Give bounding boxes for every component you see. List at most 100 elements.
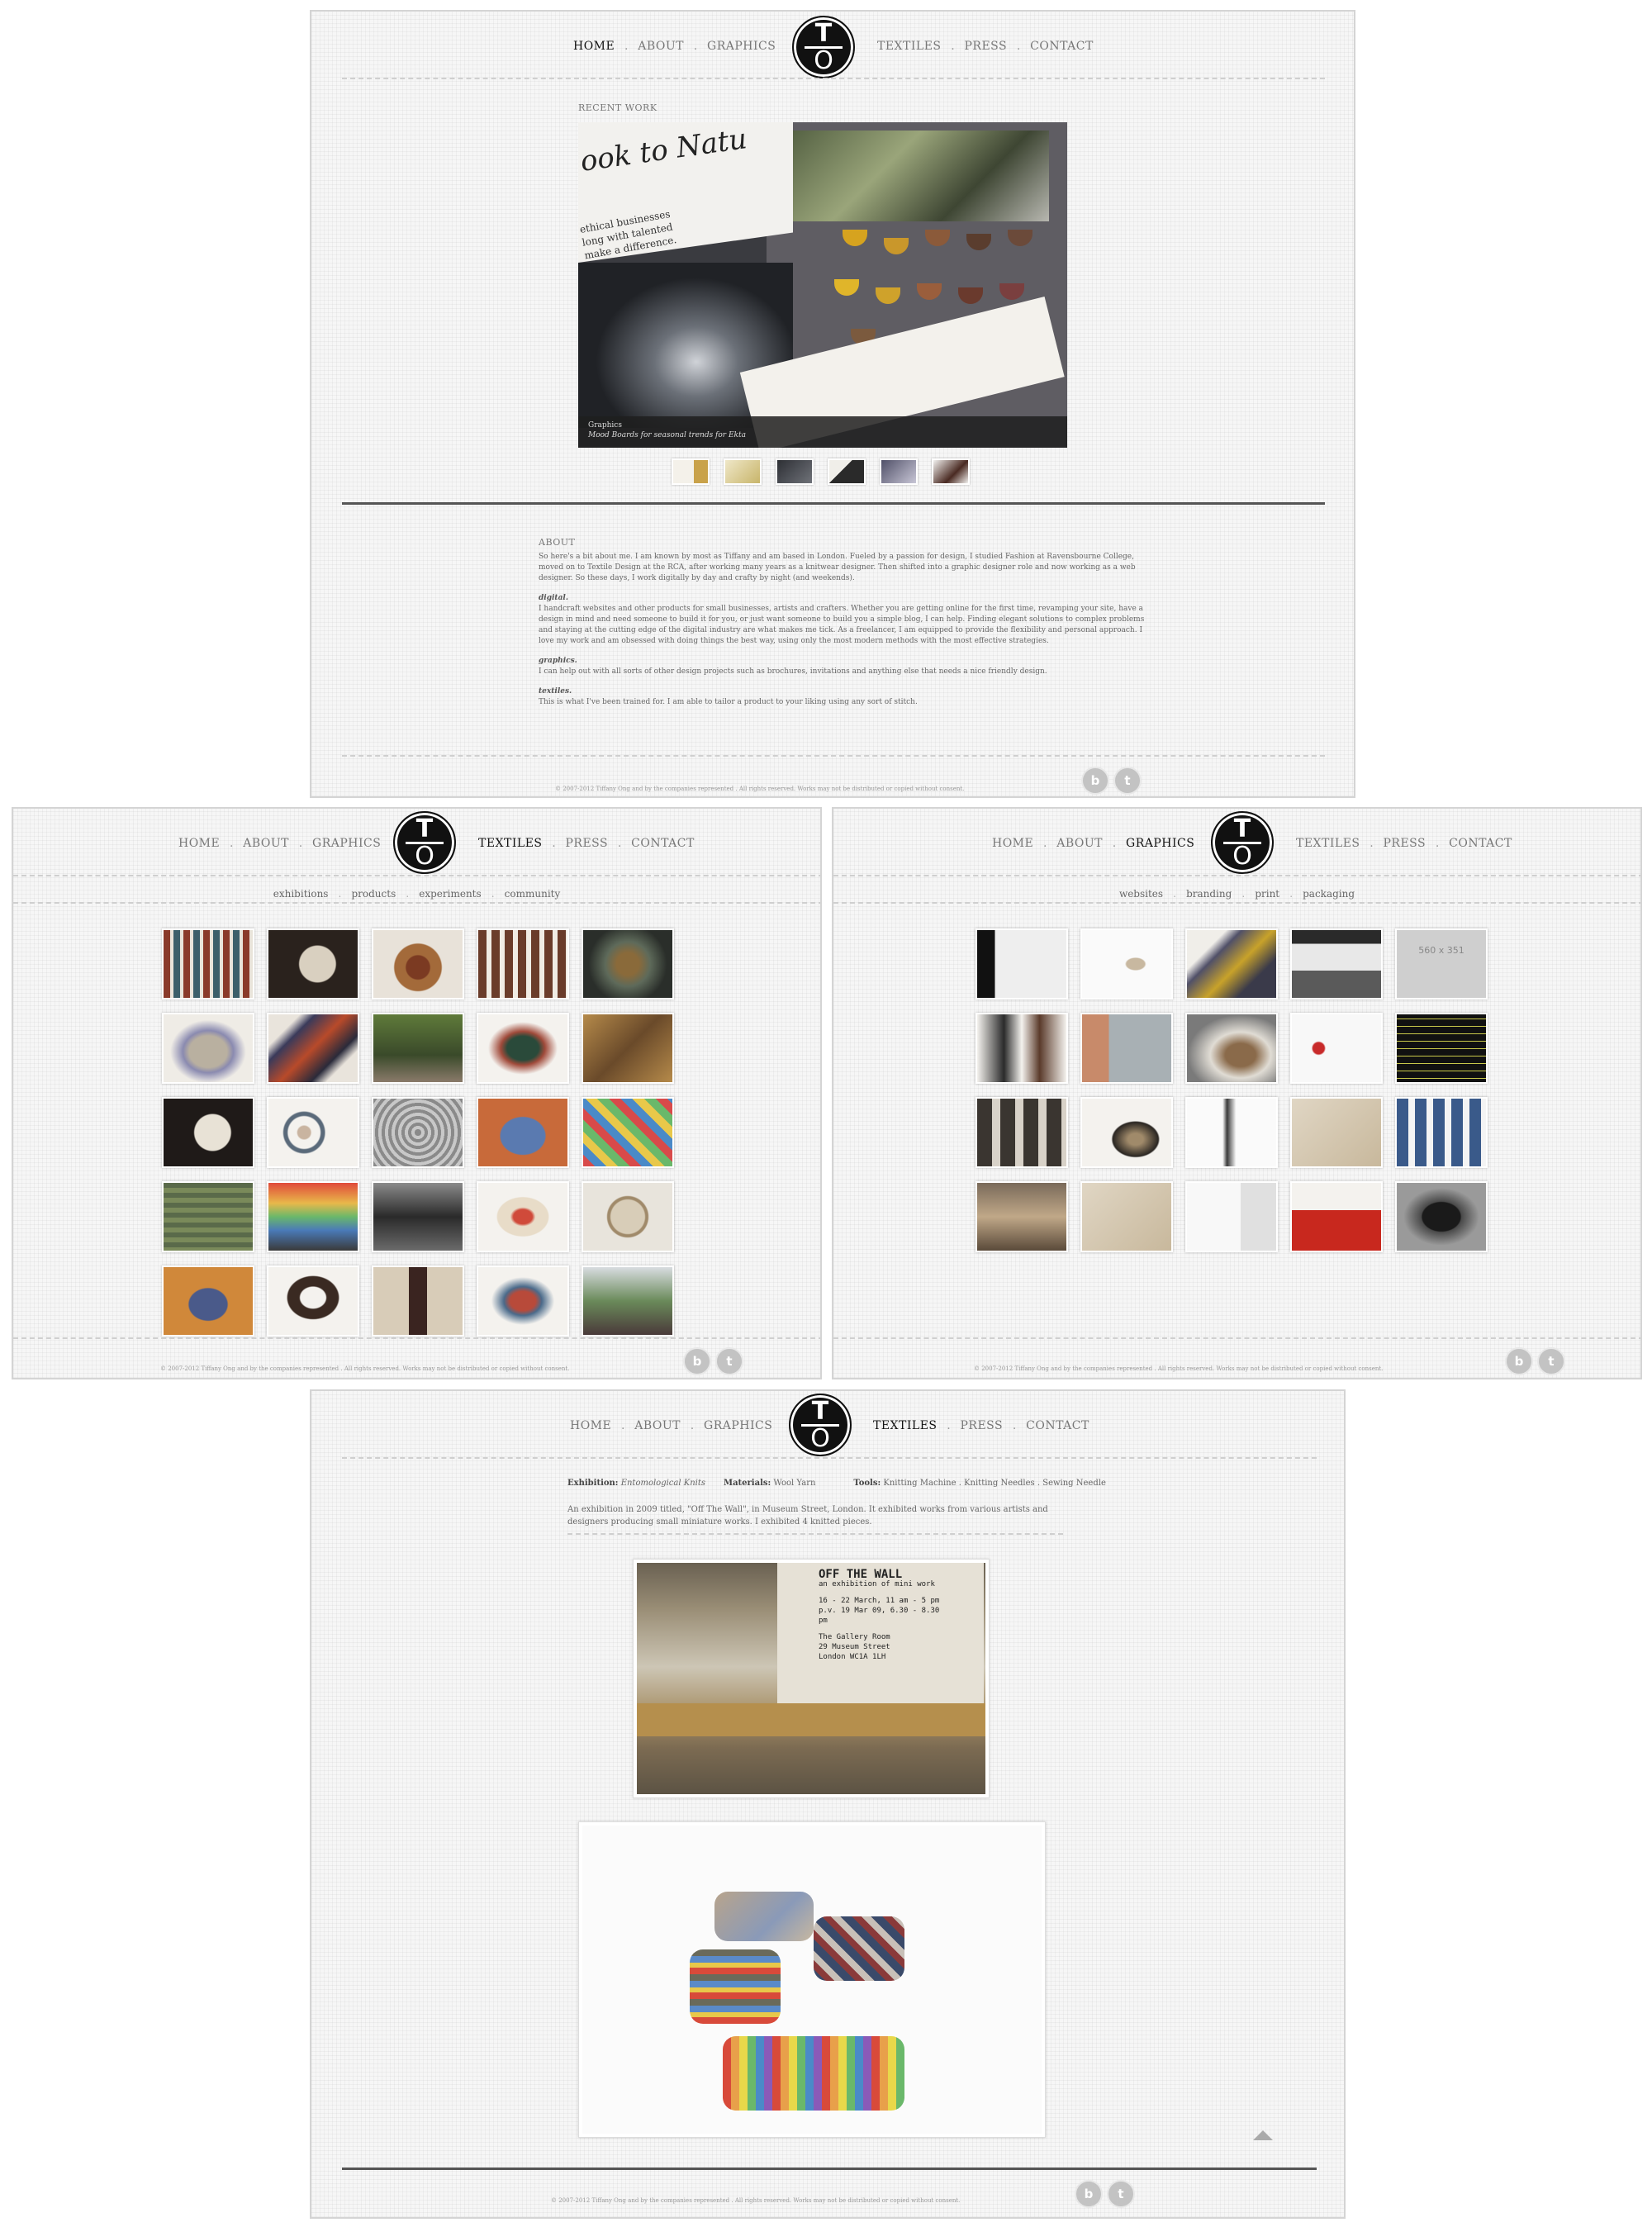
- exhibition-photo-poster[interactable]: OFF THE WALL an exhibition of mini work …: [633, 1559, 990, 1798]
- twitter-icon[interactable]: t: [1537, 1347, 1565, 1375]
- nav-graphics[interactable]: GRAPHICS: [312, 837, 381, 850]
- nav-graphics[interactable]: GRAPHICS: [704, 1419, 772, 1432]
- subnav-branding[interactable]: branding: [1186, 888, 1232, 900]
- gallery-item[interactable]: [1185, 1013, 1278, 1084]
- gallery-item[interactable]: [1290, 1013, 1383, 1084]
- subnav-websites[interactable]: websites: [1119, 888, 1163, 900]
- gallery-item[interactable]: [267, 1265, 359, 1337]
- gallery-item[interactable]: [1395, 1097, 1488, 1168]
- nav-textiles[interactable]: TEXTILES: [877, 40, 942, 53]
- nav-press[interactable]: PRESS: [1384, 837, 1427, 850]
- nav-about[interactable]: ABOUT: [638, 40, 684, 53]
- subnav-packaging[interactable]: packaging: [1303, 888, 1355, 900]
- gallery-item[interactable]: [582, 1181, 674, 1252]
- twitter-icon[interactable]: t: [1107, 2180, 1135, 2208]
- gallery-item[interactable]: [477, 1097, 569, 1168]
- gallery-item[interactable]: [477, 1181, 569, 1252]
- gallery-item[interactable]: [582, 928, 674, 1000]
- gallery-item[interactable]: [267, 1013, 359, 1084]
- gallery-item[interactable]: [267, 1097, 359, 1168]
- gallery-item[interactable]: [1080, 1013, 1173, 1084]
- subnav-products[interactable]: products: [351, 888, 396, 900]
- blog-icon[interactable]: b: [1081, 767, 1109, 795]
- nav-about[interactable]: ABOUT: [1056, 837, 1103, 850]
- gallery-item[interactable]: [582, 1265, 674, 1337]
- gallery-item[interactable]: [976, 928, 1068, 1000]
- nav-press[interactable]: PRESS: [965, 40, 1008, 53]
- gallery-item[interactable]: [162, 1265, 254, 1337]
- gallery-item[interactable]: [372, 928, 464, 1000]
- nav-press[interactable]: PRESS: [566, 837, 609, 850]
- blog-icon[interactable]: b: [1075, 2180, 1103, 2208]
- logo[interactable]: T O: [789, 1394, 852, 1456]
- gallery-item[interactable]: [162, 1013, 254, 1084]
- nav-home[interactable]: HOME: [573, 40, 615, 53]
- gallery-item[interactable]: [976, 1013, 1068, 1084]
- placeholder-560x351[interactable]: 560 x 351: [1395, 928, 1488, 1000]
- nav-textiles[interactable]: TEXTILES: [873, 1419, 938, 1432]
- nav-press[interactable]: PRESS: [961, 1419, 1004, 1432]
- logo[interactable]: T O: [1211, 811, 1274, 874]
- gallery-item[interactable]: [162, 1181, 254, 1252]
- hero-slideshow[interactable]: ook to Natu ethical businesses long with…: [578, 122, 1067, 448]
- twitter-icon[interactable]: t: [1113, 767, 1142, 795]
- gallery-item[interactable]: [1290, 928, 1383, 1000]
- subnav-print[interactable]: print: [1255, 888, 1279, 900]
- gallery-item[interactable]: [162, 1097, 254, 1168]
- logo[interactable]: T O: [393, 811, 456, 874]
- gallery-item[interactable]: [1185, 1181, 1278, 1252]
- gallery-item[interactable]: [1080, 1181, 1173, 1252]
- thumbnail[interactable]: [776, 458, 814, 485]
- gallery-item[interactable]: [1290, 1097, 1383, 1168]
- gallery-item[interactable]: [1395, 1181, 1488, 1252]
- back-to-top-icon[interactable]: [1253, 2130, 1273, 2140]
- nav-contact[interactable]: CONTACT: [1026, 1419, 1089, 1432]
- nav-contact[interactable]: CONTACT: [631, 837, 695, 850]
- thumbnail[interactable]: [932, 458, 970, 485]
- blog-icon[interactable]: b: [1505, 1347, 1533, 1375]
- nav-about[interactable]: ABOUT: [243, 837, 289, 850]
- twitter-icon[interactable]: t: [715, 1347, 743, 1375]
- exhibition-photo-knits[interactable]: [578, 1821, 1046, 2138]
- gallery-item[interactable]: [1290, 1181, 1383, 1252]
- nav-home[interactable]: HOME: [570, 1419, 611, 1432]
- gallery-item[interactable]: [477, 1265, 569, 1337]
- gallery-item[interactable]: [267, 1181, 359, 1252]
- thumbnail[interactable]: [724, 458, 762, 485]
- gallery-item[interactable]: [477, 1013, 569, 1084]
- gallery-item[interactable]: [1185, 928, 1278, 1000]
- logo[interactable]: T O: [792, 16, 855, 78]
- thumbnail[interactable]: [672, 458, 710, 485]
- gallery-item[interactable]: [477, 928, 569, 1000]
- subnav-exhibitions[interactable]: exhibitions: [273, 888, 329, 900]
- gallery-item[interactable]: [1395, 1013, 1488, 1084]
- nav-contact[interactable]: CONTACT: [1030, 40, 1094, 53]
- gallery-item[interactable]: [1185, 1097, 1278, 1168]
- gallery-item[interactable]: [1080, 1097, 1173, 1168]
- nav-graphics[interactable]: GRAPHICS: [707, 40, 776, 53]
- gallery-item[interactable]: [582, 1013, 674, 1084]
- nav-home[interactable]: HOME: [992, 837, 1033, 850]
- gallery-item[interactable]: [372, 1013, 464, 1084]
- nav-graphics[interactable]: GRAPHICS: [1126, 837, 1194, 850]
- nav-textiles[interactable]: TEXTILES: [1296, 837, 1360, 850]
- subnav-experiments[interactable]: experiments: [419, 888, 481, 900]
- gallery-item[interactable]: [372, 1097, 464, 1168]
- nav-about[interactable]: ABOUT: [634, 1419, 681, 1432]
- gallery-item[interactable]: [582, 1097, 674, 1168]
- nav-textiles[interactable]: TEXTILES: [478, 837, 543, 850]
- nav-right: TEXTILES . PRESS . CONTACT: [877, 40, 1094, 53]
- subnav-community[interactable]: community: [505, 888, 561, 900]
- blog-icon[interactable]: b: [683, 1347, 711, 1375]
- gallery-item[interactable]: [1080, 928, 1173, 1000]
- gallery-item[interactable]: [976, 1181, 1068, 1252]
- thumbnail[interactable]: [828, 458, 866, 485]
- gallery-item[interactable]: [162, 928, 254, 1000]
- thumbnail[interactable]: [880, 458, 918, 485]
- gallery-item[interactable]: [267, 928, 359, 1000]
- nav-contact[interactable]: CONTACT: [1449, 837, 1512, 850]
- gallery-item[interactable]: [372, 1265, 464, 1337]
- gallery-item[interactable]: [372, 1181, 464, 1252]
- gallery-item[interactable]: [976, 1097, 1068, 1168]
- nav-home[interactable]: HOME: [178, 837, 220, 850]
